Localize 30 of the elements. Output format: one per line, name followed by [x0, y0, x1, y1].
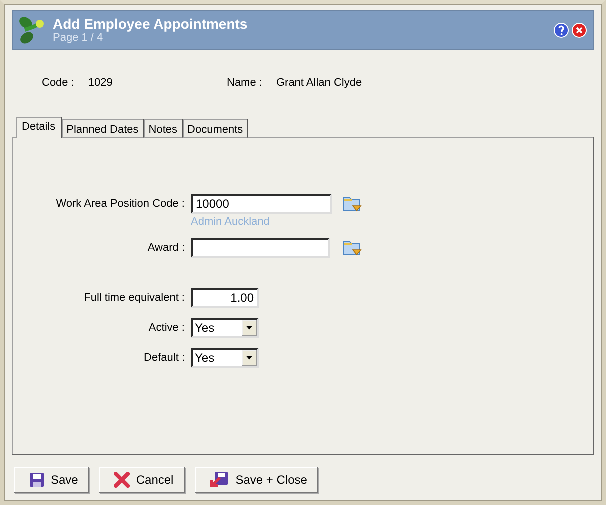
action-button[interactable]: Cancel [99, 467, 185, 493]
window-title: Add Employee Appointments [53, 16, 249, 32]
help-icon[interactable] [554, 22, 569, 38]
tab[interactable]: Details [16, 117, 62, 138]
page-indicator: Page 1 / 4 [53, 32, 104, 44]
action-button[interactable]: Save [14, 467, 90, 493]
field-label: Code : [42, 77, 74, 91]
cross-icon [114, 472, 130, 488]
tab[interactable]: Planned Dates [62, 119, 144, 138]
close-icon[interactable] [572, 22, 587, 38]
hint-text: Admin Auckland [191, 216, 271, 228]
tab[interactable]: Documents [182, 119, 248, 138]
dropdown[interactable]: Yes [191, 348, 259, 368]
folder-icon[interactable] [343, 196, 362, 212]
folder-icon[interactable] [343, 240, 362, 256]
field-label: Name : [227, 77, 262, 91]
field-label: Default : [143, 352, 185, 364]
field-value: 1029 [88, 77, 113, 91]
field-label: Active : [148, 322, 185, 334]
text-field[interactable] [191, 238, 330, 258]
text-field[interactable]: 10000 [191, 194, 332, 214]
field-value: Grant Allan Clyde [276, 77, 362, 91]
action-button[interactable]: Save + Close [194, 467, 318, 493]
dropdown[interactable]: Yes [191, 318, 259, 338]
tab[interactable]: Notes [144, 119, 183, 138]
field-label: Award : [146, 242, 185, 254]
field-label: Work Area Position Code : [55, 198, 185, 210]
number-field[interactable]: 1.00 [191, 288, 259, 308]
field-label: Full time equivalent : [83, 292, 185, 304]
floppy-disk-arrow-icon [210, 471, 230, 489]
